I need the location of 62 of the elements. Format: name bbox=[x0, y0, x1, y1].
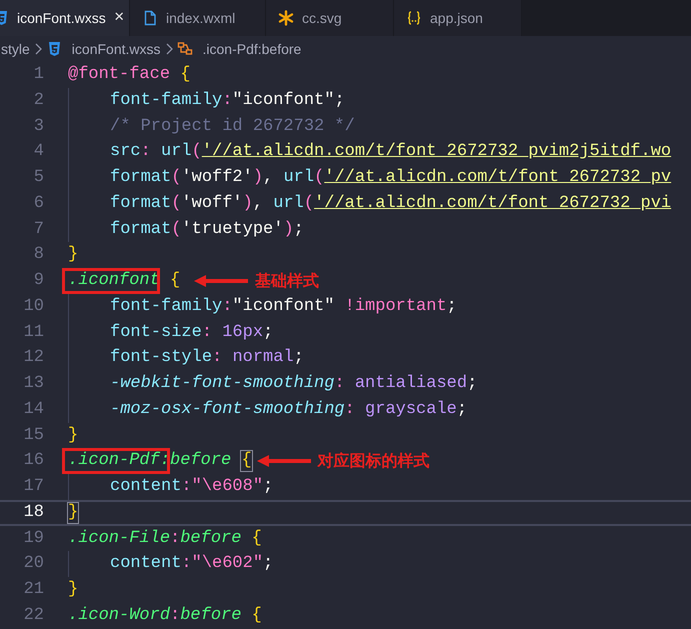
code-line: format('woff2'), url('//at.alicdn.com/t/font_2672732_pv bbox=[68, 165, 674, 191]
code-line: .icon-Word:before { bbox=[68, 604, 263, 627]
chevron-icon bbox=[164, 43, 172, 55]
code-line: -webkit-font-smoothing: antialiased; bbox=[68, 371, 480, 397]
line-number: 2 bbox=[32, 90, 44, 112]
breadcrumb-item[interactable]: style bbox=[1, 38, 30, 60]
annotation-label: 对应图标的样式 bbox=[318, 450, 430, 472]
editor-tab[interactable]: cc.svg bbox=[266, 0, 394, 36]
file-icon bbox=[142, 10, 158, 26]
code-line: font-size: 16px; bbox=[68, 320, 276, 346]
code-line: .iconfont { bbox=[68, 270, 182, 292]
code-line: .icon-Pdf:before { bbox=[68, 450, 253, 472]
code-line: @font-face { bbox=[68, 64, 192, 86]
line-number: 3 bbox=[32, 116, 44, 138]
line-number: 10 bbox=[22, 296, 44, 318]
line-number: 1 bbox=[32, 64, 44, 86]
line-number: 12 bbox=[22, 347, 44, 370]
code-line: /* Project id 2672732 */ bbox=[68, 114, 358, 140]
line-number: 5 bbox=[32, 167, 44, 189]
editor-tab[interactable]: index.wxml bbox=[130, 0, 266, 36]
code-line: .icon-File:before { bbox=[68, 528, 263, 550]
code-line: font-style: normal; bbox=[68, 345, 307, 372]
annotation-label: 基础样式 bbox=[255, 270, 320, 292]
code-line: } bbox=[68, 424, 80, 446]
line-number: 17 bbox=[22, 476, 44, 498]
braces-icon bbox=[406, 10, 422, 26]
line-number: 21 bbox=[22, 579, 44, 601]
code-line: format('truetype'); bbox=[68, 216, 307, 242]
code-line: content:"\e602"; bbox=[68, 551, 276, 578]
line-number: 16 bbox=[22, 450, 44, 472]
line-number: 13 bbox=[22, 373, 44, 395]
line-number: 9 bbox=[32, 270, 44, 292]
symbol-icon bbox=[176, 41, 192, 57]
code-line: } bbox=[68, 502, 80, 524]
line-number: 4 bbox=[32, 141, 44, 164]
code-line: content:"\e608"; bbox=[68, 474, 276, 500]
breadcrumb-item[interactable]: .icon-Pdf:before bbox=[202, 38, 302, 60]
arrow-icon bbox=[256, 454, 312, 468]
chevron-icon bbox=[34, 43, 42, 55]
line-number: 14 bbox=[22, 398, 44, 421]
breadcrumb-item[interactable]: iconFont.wxss bbox=[72, 38, 160, 60]
code-line: } bbox=[68, 244, 80, 266]
code-line: src: url('//at.alicdn.com/t/font_2672732_pvim2j5itdf.wo bbox=[68, 139, 674, 166]
editor-tab[interactable]: app.json bbox=[394, 0, 522, 36]
arrow-icon bbox=[193, 274, 250, 288]
editor-tab[interactable]: iconFont.wxss ✕ bbox=[0, 0, 130, 36]
line-number: 19 bbox=[22, 528, 44, 550]
line-number: 15 bbox=[22, 424, 44, 446]
line-number: 22 bbox=[22, 604, 44, 627]
asterisk-icon bbox=[278, 10, 294, 26]
code-line: font-family:"iconfont"; bbox=[68, 88, 348, 114]
code-line: } bbox=[68, 579, 80, 601]
line-number: 20 bbox=[22, 553, 44, 576]
close-icon[interactable]: ✕ bbox=[114, 8, 125, 28]
line-number: 18 bbox=[22, 502, 44, 524]
line-number: 8 bbox=[32, 244, 44, 266]
line-number: 6 bbox=[32, 192, 44, 215]
code-line: -moz-osx-font-smoothing: grayscale; bbox=[68, 396, 470, 423]
code-line: format('woff'), url('//at.alicdn.com/t/font_2672732_pvi bbox=[68, 190, 674, 217]
code-line: font-family:"iconfont" !important; bbox=[68, 294, 460, 320]
line-number: 11 bbox=[22, 322, 44, 344]
line-number: 7 bbox=[32, 218, 44, 240]
